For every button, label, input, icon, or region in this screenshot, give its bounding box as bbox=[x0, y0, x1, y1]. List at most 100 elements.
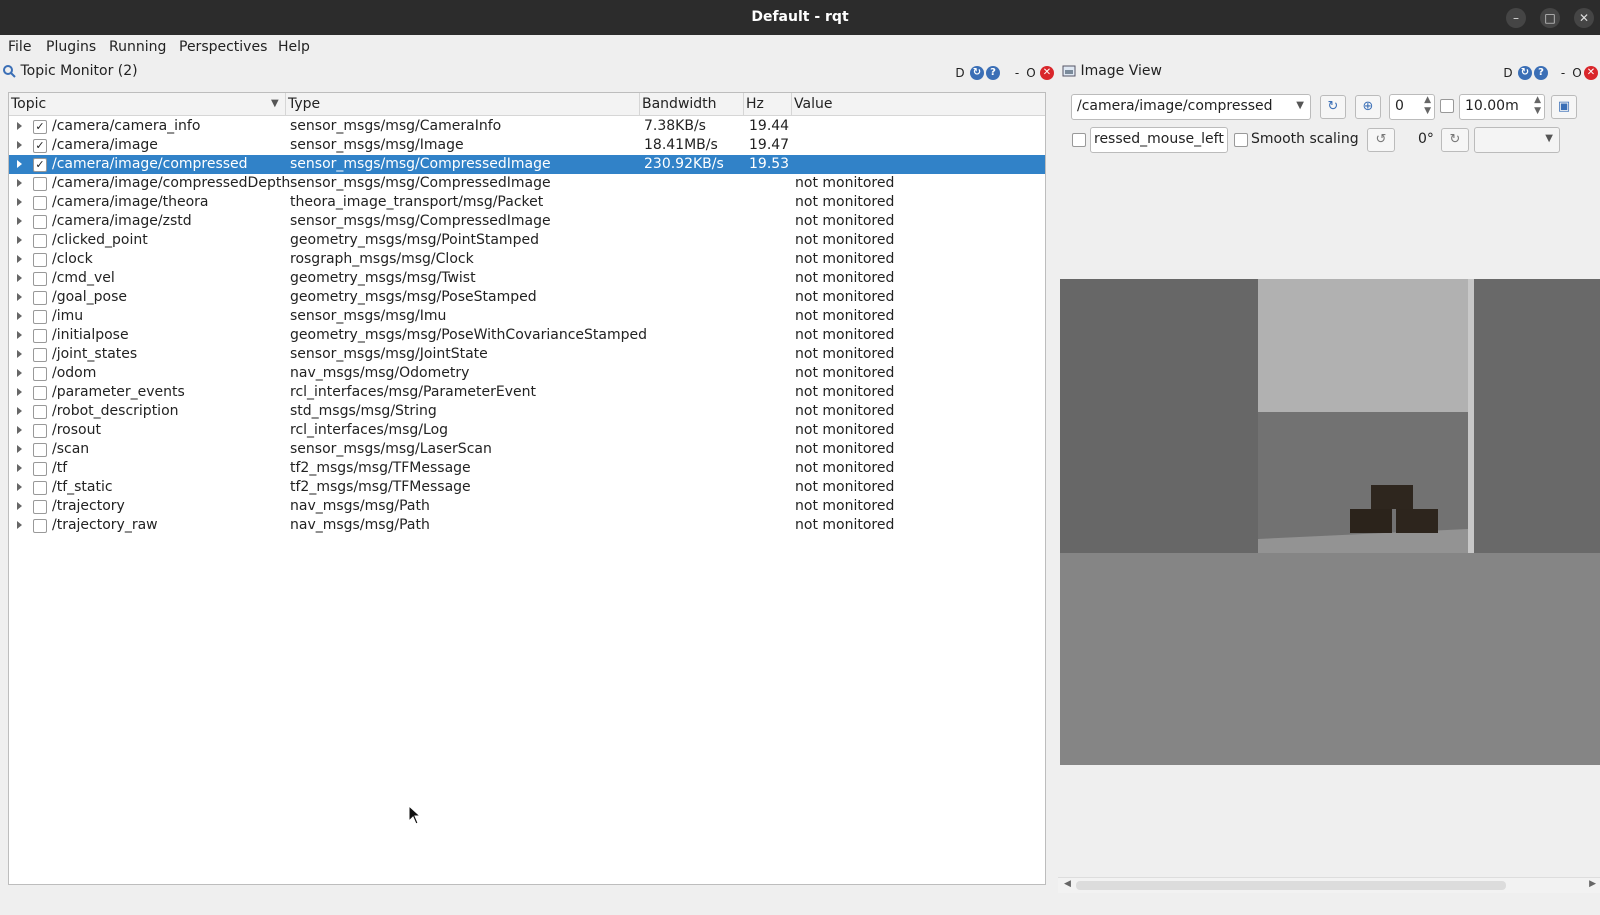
help-icon[interactable]: ? bbox=[986, 66, 1000, 80]
maximize-window-button[interactable]: □ bbox=[1540, 8, 1560, 28]
table-row[interactable]: /initialpose geometry_msgs/msg/PoseWithCo… bbox=[9, 326, 1045, 345]
smooth-scaling-checkbox[interactable] bbox=[1234, 133, 1248, 147]
monitor-checkbox[interactable] bbox=[33, 177, 47, 191]
expand-arrow-icon[interactable] bbox=[17, 483, 22, 491]
table-row[interactable]: /odom nav_msgs/msg/Odometry not monitored bbox=[9, 364, 1045, 383]
expand-arrow-icon[interactable] bbox=[17, 198, 22, 206]
expand-arrow-icon[interactable] bbox=[17, 464, 22, 472]
reload-icon[interactable]: ↻ bbox=[970, 66, 984, 80]
monitor-checkbox[interactable] bbox=[33, 405, 47, 419]
monitor-checkbox[interactable] bbox=[33, 481, 47, 495]
image-topic-combobox[interactable]: /camera/image/compressed ▼ bbox=[1071, 94, 1311, 120]
topic-monitor-minimize-button[interactable]: - bbox=[1010, 66, 1024, 80]
minimize-window-button[interactable]: – bbox=[1506, 8, 1526, 28]
expand-arrow-icon[interactable] bbox=[17, 160, 22, 168]
close-window-button[interactable]: ✕ bbox=[1574, 8, 1594, 28]
column-topic[interactable]: Topic bbox=[11, 96, 46, 112]
scroll-right-icon[interactable]: ▶ bbox=[1589, 879, 1596, 889]
expand-arrow-icon[interactable] bbox=[17, 445, 22, 453]
menu-help[interactable]: Help bbox=[278, 39, 310, 55]
menu-plugins[interactable]: Plugins bbox=[46, 39, 96, 55]
rotate-left-button[interactable]: ↺ bbox=[1367, 128, 1395, 152]
table-row[interactable]: /camera/image/theora theora_image_transpo… bbox=[9, 193, 1045, 212]
table-row[interactable]: /rosout rcl_interfaces/msg/Log not monitor… bbox=[9, 421, 1045, 440]
expand-arrow-icon[interactable] bbox=[17, 407, 22, 415]
expand-arrow-icon[interactable] bbox=[17, 369, 22, 377]
menu-file[interactable]: File bbox=[8, 39, 31, 55]
table-row[interactable]: /imu sensor_msgs/msg/Imu not monitored bbox=[9, 307, 1045, 326]
max-range-spinbox[interactable]: 10.00m ▲ ▼ bbox=[1459, 94, 1545, 120]
table-row[interactable]: /camera/image/compressedDepth sensor_msgs… bbox=[9, 174, 1045, 193]
monitor-checkbox[interactable] bbox=[33, 272, 47, 286]
monitor-checkbox[interactable] bbox=[33, 367, 47, 381]
monitor-checkbox[interactable] bbox=[33, 386, 47, 400]
monitor-checkbox[interactable] bbox=[33, 234, 47, 248]
expand-arrow-icon[interactable] bbox=[17, 502, 22, 510]
expand-arrow-icon[interactable] bbox=[17, 350, 22, 358]
rotate-right-button[interactable]: ↻ bbox=[1441, 128, 1469, 152]
table-row[interactable]: /goal_pose geometry_msgs/msg/PoseStamped n… bbox=[9, 288, 1045, 307]
monitor-checkbox[interactable] bbox=[33, 196, 47, 210]
expand-arrow-icon[interactable] bbox=[17, 217, 22, 225]
monitor-checkbox[interactable]: ✓ bbox=[33, 158, 47, 172]
monitor-checkbox[interactable] bbox=[33, 215, 47, 229]
table-row[interactable]: /tf_static tf2_msgs/msg/TFMessage not moni… bbox=[9, 478, 1045, 497]
expand-arrow-icon[interactable] bbox=[17, 122, 22, 130]
topic-table[interactable]: Topic ▼ Type Bandwidth Hz Value ✓ /camera… bbox=[8, 92, 1046, 885]
monitor-checkbox[interactable] bbox=[33, 519, 47, 533]
scrollbar-thumb[interactable] bbox=[1076, 881, 1506, 890]
monitor-checkbox[interactable] bbox=[33, 348, 47, 362]
monitor-checkbox[interactable] bbox=[33, 291, 47, 305]
table-row[interactable]: /trajectory_raw nav_msgs/msg/Path not moni… bbox=[9, 516, 1045, 535]
publish-click-checkbox[interactable] bbox=[1072, 133, 1086, 147]
image-view-minimize-button[interactable]: - bbox=[1556, 66, 1570, 80]
image-view-d-button[interactable]: D bbox=[1501, 66, 1515, 80]
topic-monitor-d-button[interactable]: D bbox=[953, 66, 967, 80]
table-row[interactable]: /trajectory nav_msgs/msg/Path not monitore… bbox=[9, 497, 1045, 516]
spin-down-icon[interactable]: ▼ bbox=[1424, 106, 1431, 116]
expand-arrow-icon[interactable] bbox=[17, 388, 22, 396]
spin-down-icon[interactable]: ▼ bbox=[1534, 106, 1541, 116]
monitor-checkbox[interactable] bbox=[33, 310, 47, 324]
expand-arrow-icon[interactable] bbox=[17, 331, 22, 339]
table-row[interactable]: /cmd_vel geometry_msgs/msg/Twist not monit… bbox=[9, 269, 1045, 288]
monitor-checkbox[interactable]: ✓ bbox=[33, 139, 47, 153]
scroll-left-icon[interactable]: ◀ bbox=[1064, 879, 1071, 889]
table-row[interactable]: /joint_states sensor_msgs/msg/JointState n… bbox=[9, 345, 1045, 364]
zoom-button[interactable]: ⊕ bbox=[1355, 95, 1381, 119]
expand-arrow-icon[interactable] bbox=[17, 141, 22, 149]
color-scheme-combobox[interactable]: ▼ bbox=[1474, 127, 1560, 153]
camera-image[interactable] bbox=[1060, 279, 1600, 765]
table-row[interactable]: /scan sensor_msgs/msg/LaserScan not monito… bbox=[9, 440, 1045, 459]
monitor-checkbox[interactable] bbox=[33, 443, 47, 457]
close-icon[interactable]: ✕ bbox=[1040, 66, 1054, 80]
spin-up-icon[interactable]: ▲ bbox=[1424, 95, 1431, 105]
column-hz[interactable]: Hz bbox=[746, 96, 764, 112]
expand-arrow-icon[interactable] bbox=[17, 179, 22, 187]
monitor-checkbox[interactable] bbox=[33, 462, 47, 476]
table-row[interactable]: ✓ /camera/camera_info sensor_msgs/msg/Came… bbox=[9, 117, 1045, 136]
table-row[interactable]: /robot_description std_msgs/msg/String not… bbox=[9, 402, 1045, 421]
column-bandwidth[interactable]: Bandwidth bbox=[642, 96, 717, 112]
max-range-checkbox[interactable] bbox=[1440, 99, 1454, 113]
spin-up-icon[interactable]: ▲ bbox=[1534, 95, 1541, 105]
num-spinbox[interactable]: 0 ▲ ▼ bbox=[1389, 94, 1435, 120]
table-row[interactable]: /camera/image/zstd sensor_msgs/msg/Compre… bbox=[9, 212, 1045, 231]
save-image-button[interactable]: ▣ bbox=[1551, 95, 1577, 119]
expand-arrow-icon[interactable] bbox=[17, 236, 22, 244]
close-icon[interactable]: ✕ bbox=[1584, 66, 1598, 80]
menu-running[interactable]: Running bbox=[109, 39, 166, 55]
expand-arrow-icon[interactable] bbox=[17, 521, 22, 529]
expand-arrow-icon[interactable] bbox=[17, 312, 22, 320]
topic-monitor-float-button[interactable]: O bbox=[1024, 66, 1038, 80]
expand-arrow-icon[interactable] bbox=[17, 426, 22, 434]
image-horizontal-scrollbar[interactable]: ◀ ▶ bbox=[1058, 877, 1600, 893]
column-value[interactable]: Value bbox=[794, 96, 832, 112]
monitor-checkbox[interactable]: ✓ bbox=[33, 120, 47, 134]
monitor-checkbox[interactable] bbox=[33, 500, 47, 514]
table-row[interactable]: /clock rosgraph_msgs/msg/Clock not monitor… bbox=[9, 250, 1045, 269]
table-row[interactable]: /tf tf2_msgs/msg/TFMessage not monitored bbox=[9, 459, 1045, 478]
table-row[interactable]: ✓ /camera/image sensor_msgs/msg/Image 18.41… bbox=[9, 136, 1045, 155]
monitor-checkbox[interactable] bbox=[33, 329, 47, 343]
expand-arrow-icon[interactable] bbox=[17, 255, 22, 263]
